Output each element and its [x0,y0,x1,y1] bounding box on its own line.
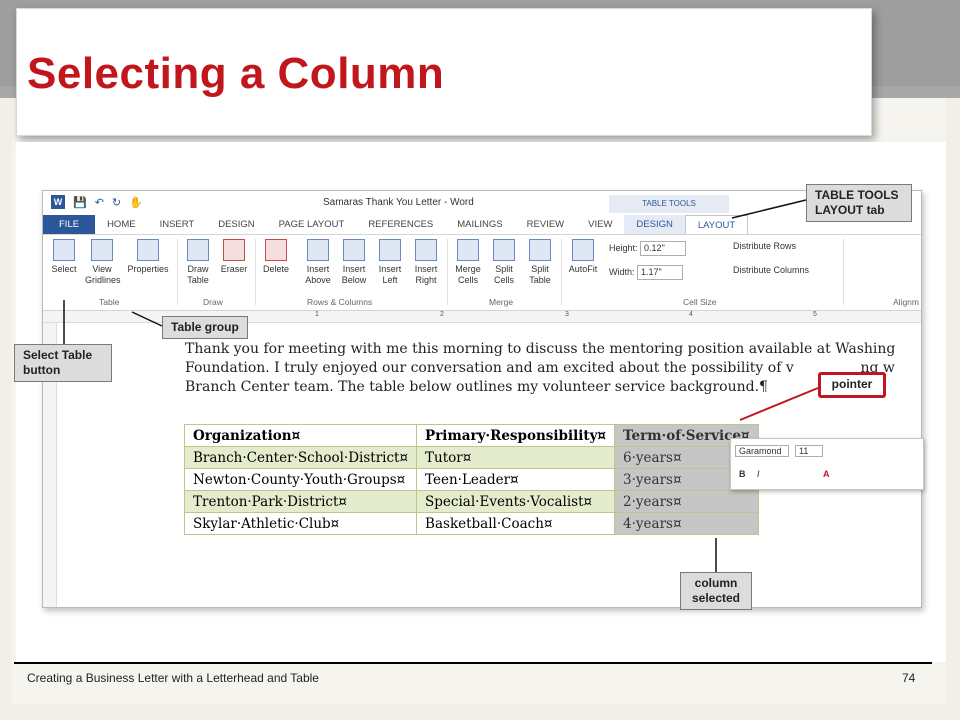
callout-arrows [63,199,819,572]
footer-caption: Creating a Business Letter with a Letter… [27,671,319,685]
page-number: 74 [902,671,916,685]
footer-rule [14,662,932,664]
